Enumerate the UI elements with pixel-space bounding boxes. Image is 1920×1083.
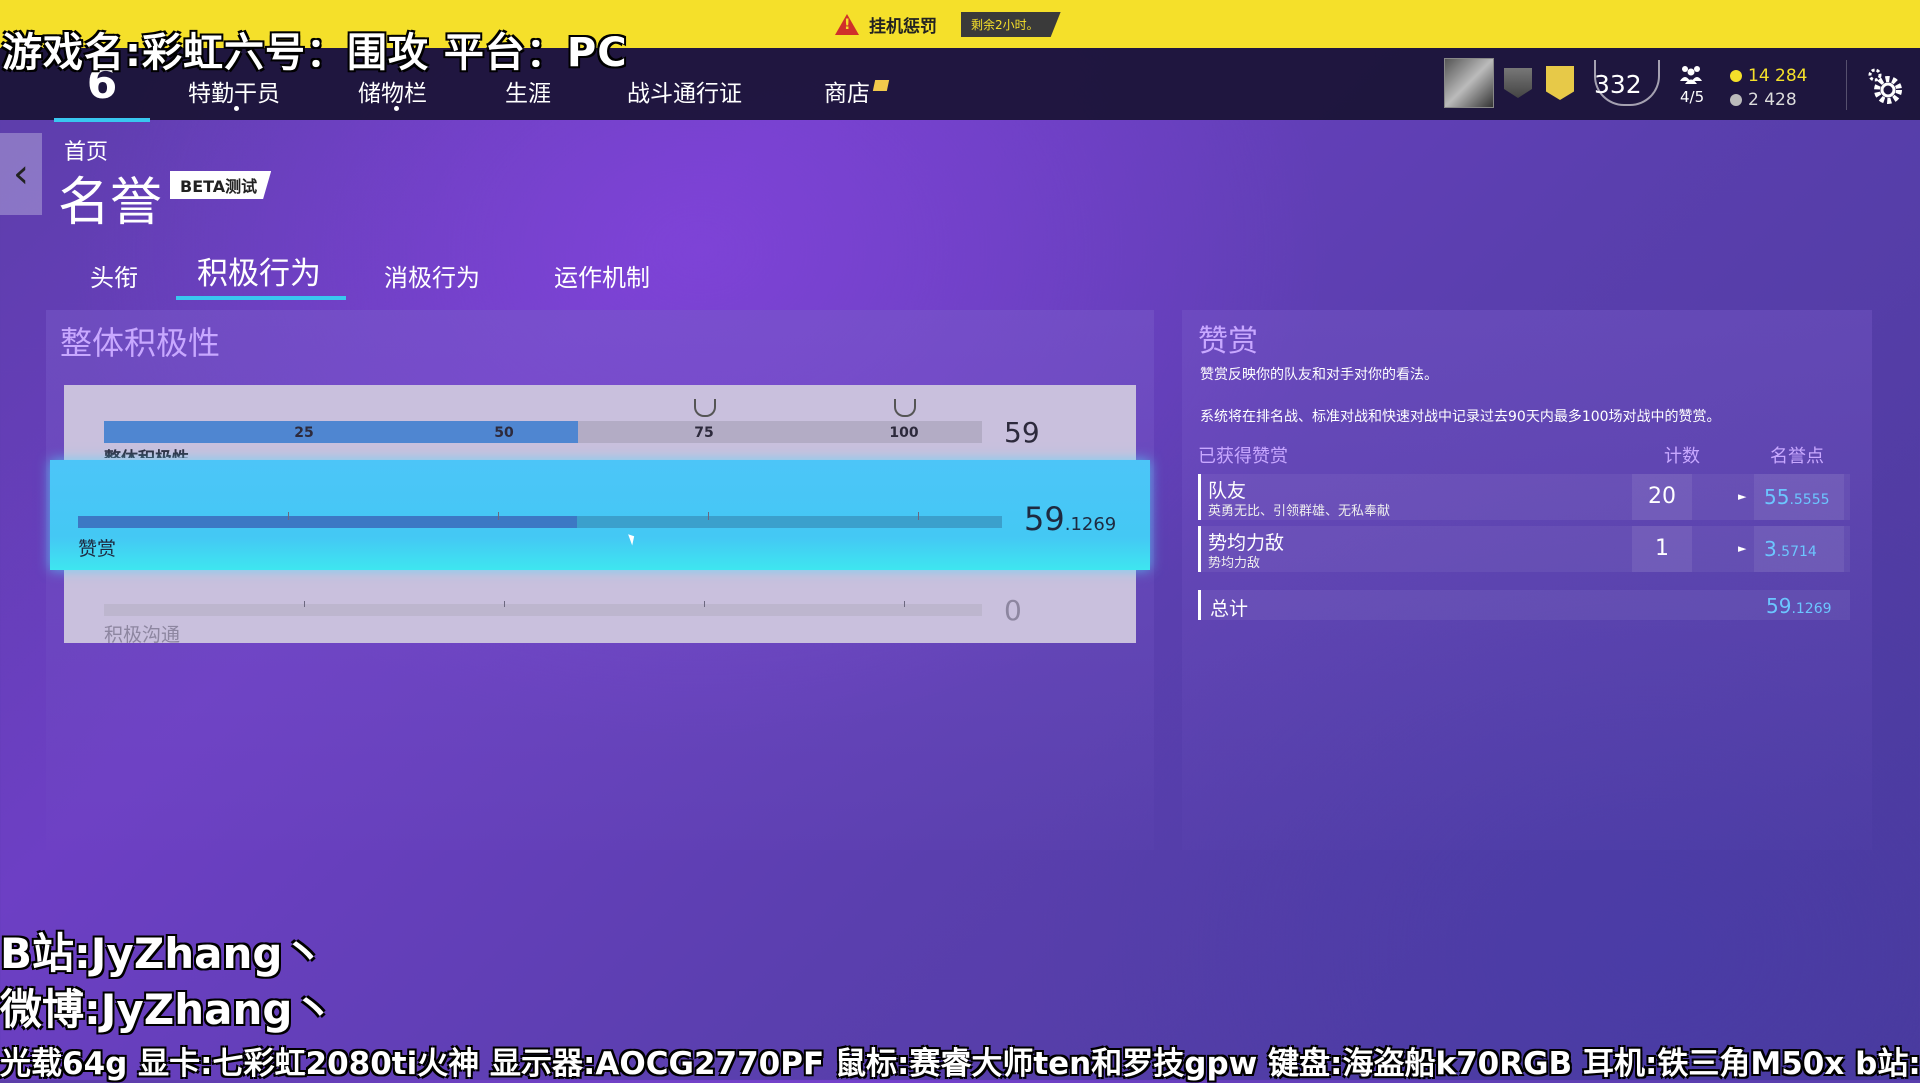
praise-description: 赞赏反映你的队友和对手对你的看法。 (1200, 367, 1438, 383)
nav-shop[interactable]: 商店 (824, 74, 890, 108)
credits-value: 2 428 (1748, 90, 1797, 110)
row-marker (1198, 590, 1201, 620)
praise-name: 势均力敌 (1208, 532, 1285, 554)
praise-total-row (1198, 590, 1850, 620)
tab-negative-behavior[interactable]: 消极行为 (384, 258, 480, 293)
tab-titles[interactable]: 头衔 (90, 258, 138, 293)
chevron-left-icon: ‹ (13, 151, 29, 197)
communication-label: 积极沟通 (104, 624, 181, 646)
nav-battle-pass[interactable]: 战斗通行证 (627, 74, 742, 108)
stream-specs-ticker: 光载64g 显卡:七彩虹2080ti火神 显示器:AOCG2770PF 鼠标:赛… (0, 1046, 1920, 1082)
communication-tick (704, 601, 705, 607)
col-header-earned: 已获得赞赏 (1198, 446, 1288, 467)
page-title: 名誉 (58, 173, 163, 233)
tick-label-100: 100 (889, 425, 919, 441)
reputation-badge-icon[interactable] (1546, 66, 1574, 100)
col-header-points: 名誉点 (1770, 446, 1824, 467)
total-value-main: 59 (1766, 594, 1792, 618)
communication-tick (504, 601, 505, 607)
arrow-right-icon: ► (1738, 490, 1747, 503)
squad-count: 4/5 (1680, 88, 1705, 106)
col-header-count: 计数 (1664, 446, 1700, 467)
praise-value-main: 59 (1024, 500, 1065, 538)
nav-shop-label: 商店 (824, 81, 870, 107)
praise-points-fraction: .5555 (1789, 492, 1830, 508)
nav-operators[interactable]: 特勤干员 (188, 74, 280, 108)
total-label: 总计 (1210, 598, 1249, 620)
overall-positivity-title: 整体积极性 (60, 324, 221, 362)
shop-tag-icon (872, 80, 890, 91)
gear-icon[interactable] (1866, 66, 1906, 106)
active-tab-indicator (176, 296, 346, 300)
arrow-right-icon: ► (1738, 542, 1747, 555)
nav-divider (1846, 60, 1847, 110)
total-value: 59.1269 (1766, 594, 1832, 618)
beta-badge: BETA测试 (170, 171, 272, 199)
back-button[interactable]: ‹ (0, 133, 42, 215)
praise-bar (78, 512, 1002, 528)
praise-points: 3.5714 (1754, 526, 1844, 572)
renown-icon (1730, 70, 1742, 82)
credits-currency[interactable]: 2 428 (1730, 90, 1797, 110)
squad-icon[interactable] (1678, 64, 1704, 84)
overall-positivity-label: 整体积极性 (104, 444, 189, 458)
nav-inventory[interactable]: 储物栏 (358, 74, 427, 108)
praise-value: 59.1269 (1024, 500, 1116, 538)
praise-row[interactable]: 赞赏 59.1269 (50, 460, 1150, 570)
praise-tick (708, 512, 709, 520)
praise-subtitle: 英勇无比、引领群雄、无私奉献 (1208, 504, 1391, 519)
praise-points: 55.5555 (1754, 474, 1844, 520)
praise-subtitle: 势均力敌 (1208, 556, 1261, 571)
row-marker (1198, 526, 1201, 572)
afk-penalty-notice: 挂机惩罚 剩余2小时。 (835, 12, 1061, 37)
wreath-icon (894, 399, 916, 417)
tab-positive-behavior[interactable]: 积极行为 (197, 248, 321, 293)
praise-name: 队友 (1208, 480, 1247, 502)
praise-value-fraction: .1269 (1064, 514, 1117, 535)
communication-value: 0 (1004, 594, 1022, 627)
communication-tick (904, 601, 905, 607)
stream-weibo-overlay: 微博:JyZhang丶 (0, 985, 335, 1034)
player-avatar[interactable] (1444, 58, 1494, 108)
nav-career[interactable]: 生涯 (505, 74, 551, 108)
wreath-icon (694, 399, 716, 417)
tick-label-25: 25 (294, 425, 314, 441)
stream-game-overlay: 游戏名:彩虹六号：围攻 平台：PC (2, 30, 628, 76)
penalty-timer: 剩余2小时。 (961, 12, 1061, 37)
praise-count: 1 (1632, 526, 1692, 572)
praise-points-main: 55 (1764, 485, 1790, 509)
rank-icon[interactable] (1504, 68, 1532, 98)
tick-label-75: 75 (694, 425, 714, 441)
communication-bar (104, 601, 982, 616)
tick-label-50: 50 (494, 425, 514, 441)
overall-positivity-value: 59 (1004, 416, 1040, 449)
player-level[interactable]: 332 (1594, 70, 1642, 99)
notification-dot (234, 106, 239, 111)
praise-panel-title: 赞赏 (1198, 324, 1258, 359)
stream-bilibili-overlay: B站:JyZhang丶 (0, 929, 325, 978)
praise-label: 赞赏 (78, 538, 117, 560)
notification-dot (394, 106, 399, 111)
afk-penalty-text: 挂机惩罚 (869, 17, 937, 37)
praise-tick (918, 512, 919, 520)
total-value-fraction: .1269 (1791, 601, 1832, 617)
row-marker (1198, 474, 1201, 520)
renown-currency[interactable]: 14 284 (1730, 66, 1807, 86)
praise-points-fraction: .5714 (1776, 544, 1817, 560)
praise-tick (498, 512, 499, 520)
praise-row-well-matched (1198, 526, 1850, 572)
communication-tick (304, 601, 305, 607)
praise-panel (1182, 310, 1872, 850)
praise-tick (288, 512, 289, 520)
overall-positivity-bar (104, 421, 982, 443)
warning-icon (835, 14, 859, 35)
praise-points-main: 3 (1764, 537, 1777, 561)
praise-record-note: 系统将在排名战、标准对战和快速对战中记录过去90天内最多100场对战中的赞赏。 (1200, 409, 1721, 425)
praise-count: 20 (1632, 474, 1692, 520)
tab-mechanics[interactable]: 运作机制 (554, 258, 650, 293)
praise-bar-fill (78, 516, 577, 528)
credits-icon (1730, 94, 1742, 106)
renown-value: 14 284 (1748, 66, 1808, 86)
